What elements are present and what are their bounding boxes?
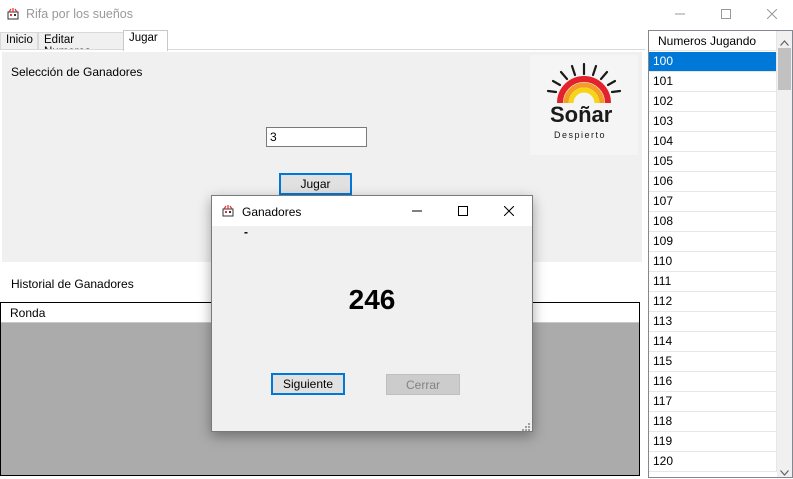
minimize-icon	[675, 13, 685, 15]
tab-jugar[interactable]: Jugar	[123, 30, 168, 51]
list-item[interactable]: 109	[649, 232, 777, 252]
scroll-up-icon[interactable]	[780, 35, 789, 49]
list-item[interactable]: 110	[649, 252, 777, 272]
list-item[interactable]: 113	[649, 312, 777, 332]
close-icon	[767, 9, 777, 19]
maximize-icon	[458, 206, 468, 216]
scroll-thumb[interactable]	[778, 48, 791, 90]
window-title: Rifa por los sueños	[26, 7, 134, 21]
dialog-maximize-button[interactable]	[440, 196, 486, 226]
list-item[interactable]: 105	[649, 152, 777, 172]
maximize-button[interactable]	[703, 0, 749, 28]
play-button[interactable]: Jugar	[279, 173, 352, 195]
list-item[interactable]: 104	[649, 132, 777, 152]
dialog-close-button[interactable]	[486, 196, 532, 226]
list-item[interactable]: 101	[649, 72, 777, 92]
next-button[interactable]: Siguiente	[271, 373, 345, 395]
numbers-list-rows: 100 101 102 103 104 105 106 107 108 109 110 111 112 1…	[649, 52, 777, 472]
winners-dialog: Ganadores - 246 Siguiente Cerrar	[211, 195, 533, 432]
history-heading: Historial de Ganadores	[11, 277, 134, 291]
list-item[interactable]: 107	[649, 192, 777, 212]
list-item[interactable]: 116	[649, 372, 777, 392]
scroll-down-icon[interactable]	[780, 465, 789, 479]
list-item[interactable]: 114	[649, 332, 777, 352]
tab-editar-numeros[interactable]: Editar Numeros	[38, 32, 124, 58]
winners-count-input[interactable]	[266, 127, 367, 147]
numbers-list[interactable]: Numeros Jugando 100 101 102 103 104 105 106 107…	[648, 30, 793, 478]
raffle-app-icon	[6, 7, 20, 21]
tab-strip: Inicio Editar Numeros Jugar	[0, 30, 645, 58]
numbers-list-scrollbar[interactable]	[777, 31, 792, 477]
list-item[interactable]: 115	[649, 352, 777, 372]
dialog-status-dash: -	[244, 225, 248, 239]
close-window-button[interactable]	[749, 0, 793, 28]
logo-brand: Soñar	[550, 102, 613, 127]
list-item[interactable]: 103	[649, 112, 777, 132]
dialog-title: Ganadores	[242, 205, 302, 219]
dialog-minimize-button[interactable]	[394, 196, 440, 226]
list-item[interactable]: 108	[649, 212, 777, 232]
sonar-despierto-logo: Soñar Despierto	[530, 55, 638, 155]
resize-grip-icon[interactable]	[522, 420, 530, 434]
close-icon	[504, 206, 514, 216]
minimize-button[interactable]	[657, 0, 703, 28]
list-item[interactable]: 119	[649, 432, 777, 452]
tab-inicio[interactable]: Inicio	[0, 32, 38, 50]
list-item[interactable]: 118	[649, 412, 777, 432]
list-item[interactable]: 120	[649, 452, 777, 472]
minimize-icon	[412, 210, 422, 212]
list-item[interactable]: 100	[649, 52, 777, 72]
maximize-icon	[721, 9, 731, 19]
title-bar: Rifa por los sueños	[0, 0, 793, 28]
raffle-app-icon	[221, 204, 235, 218]
list-item[interactable]: 112	[649, 292, 777, 312]
list-item[interactable]: 117	[649, 392, 777, 412]
list-item[interactable]: 106	[649, 172, 777, 192]
numbers-list-header[interactable]: Numeros Jugando	[649, 31, 777, 51]
close-button[interactable]: Cerrar	[386, 374, 460, 395]
list-item[interactable]: 111	[649, 272, 777, 292]
winner-number: 246	[348, 284, 396, 315]
list-item[interactable]: 102	[649, 92, 777, 112]
logo-tagline: Despierto	[554, 130, 607, 140]
dialog-title-bar: Ganadores	[212, 196, 532, 226]
selection-heading: Selección de Ganadores	[11, 65, 143, 79]
